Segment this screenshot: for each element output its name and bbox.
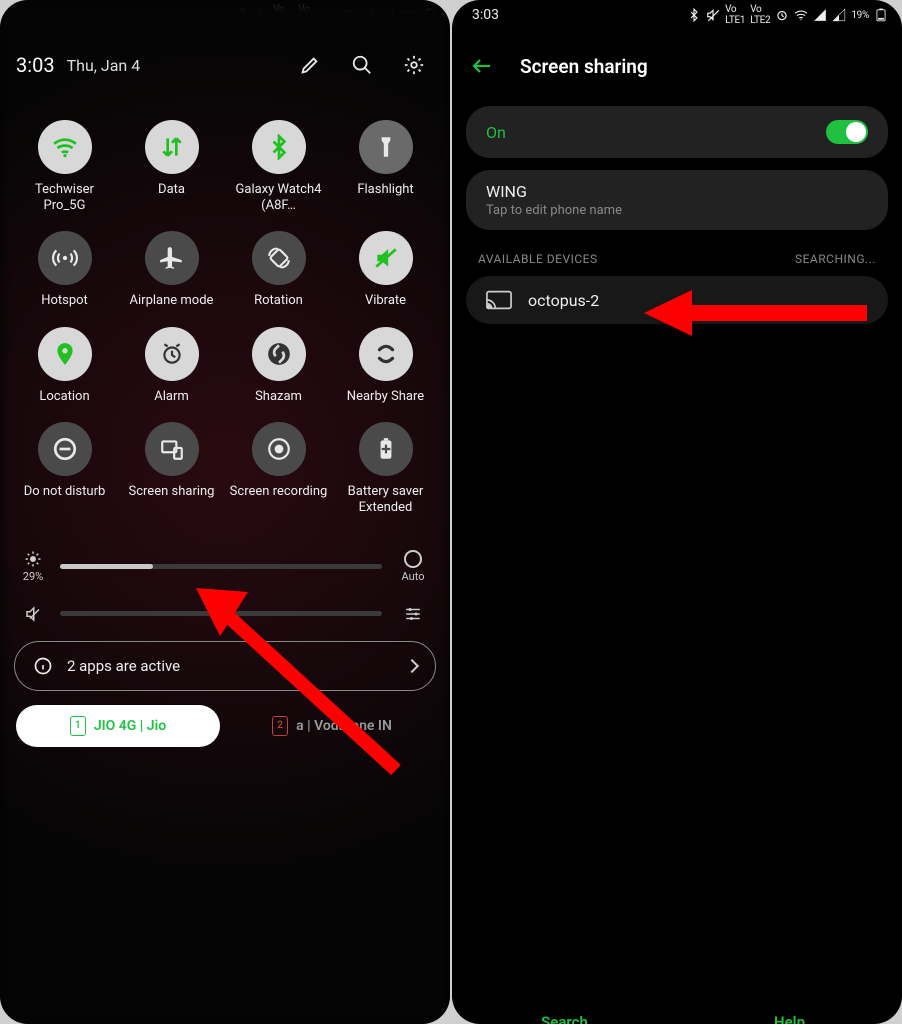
status-time: 3:03 — [466, 7, 499, 23]
quick-tiles-grid: Techwiser Pro_5G Data Galaxy Watch4 (A8F… — [14, 120, 436, 516]
brightness-label: 29% — [23, 570, 43, 583]
tile-shazam[interactable]: Shazam — [228, 327, 329, 405]
tile-airplane[interactable]: Airplane mode — [121, 231, 222, 309]
screen-sharing-settings-screen: 3:03 VoLTE1 VoLTE2 19% Screen sharing — [452, 0, 902, 1024]
back-button[interactable] — [462, 46, 502, 86]
active-apps-notification[interactable]: 2 apps are active — [14, 641, 436, 691]
tile-flashlight[interactable]: Flashlight — [335, 120, 436, 213]
cast-icon — [486, 290, 512, 310]
mute-icon — [706, 8, 720, 22]
info-icon — [33, 656, 53, 676]
date: Thu, Jan 4 — [67, 56, 141, 75]
tile-bluetooth[interactable]: Galaxy Watch4 (A8F… — [228, 120, 329, 213]
edit-button[interactable] — [290, 45, 330, 85]
chevron-right-icon — [405, 658, 419, 672]
page-title: Screen sharing — [520, 55, 648, 78]
tile-vibrate[interactable]: Vibrate — [335, 231, 436, 309]
search-action[interactable]: Search — [452, 990, 677, 1024]
volte1-icon: VoLTE1 — [725, 4, 745, 26]
screen-sharing-toggle-row[interactable]: On — [466, 106, 888, 158]
tile-data[interactable]: Data — [121, 120, 222, 213]
sim2-icon: 2 — [272, 716, 288, 736]
searching-label: SEARCHING... — [795, 252, 876, 266]
sim1-chip[interactable]: 1 JIO 4G | Jio — [16, 705, 220, 747]
bluetooth-icon — [687, 8, 701, 22]
tile-rotation[interactable]: Rotation — [228, 231, 329, 309]
tile-battery-saver[interactable]: Battery saver Extended — [335, 422, 436, 515]
bottom-actions: Search Help — [452, 990, 902, 1024]
device-row-octopus[interactable]: octopus-2 — [466, 276, 888, 324]
settings-button[interactable] — [394, 45, 434, 85]
auto-brightness-button[interactable]: Auto — [394, 550, 432, 583]
volume-slider[interactable] — [18, 605, 432, 623]
sliders-icon — [404, 605, 422, 623]
tile-hotspot[interactable]: Hotspot — [14, 231, 115, 309]
brightness-icon — [24, 550, 42, 568]
tile-alarm[interactable]: Alarm — [121, 327, 222, 405]
tile-screen-sharing[interactable]: Screen sharing — [121, 422, 222, 515]
tile-nearby-share[interactable]: Nearby Share — [335, 327, 436, 405]
volume-mute-icon — [24, 605, 42, 623]
toggle-on[interactable] — [826, 120, 868, 144]
sim1-icon: 1 — [70, 716, 86, 736]
search-button[interactable] — [342, 45, 382, 85]
wifi-icon — [794, 8, 808, 22]
tile-screen-recording[interactable]: Screen recording — [228, 422, 329, 515]
qs-header: 3:03 Thu, Jan 4 — [14, 30, 436, 100]
volte2-icon: VoLTE2 — [750, 4, 770, 26]
battery-percent: 19% — [851, 10, 869, 21]
sim2-chip[interactable]: 2 a | Vodafone IN — [230, 705, 434, 747]
alarm-icon — [775, 8, 789, 22]
clock: 3:03 — [16, 53, 55, 77]
tile-location[interactable]: Location — [14, 327, 115, 405]
volume-settings-button[interactable] — [394, 605, 432, 623]
settings-header: Screen sharing — [452, 38, 902, 94]
tile-dnd[interactable]: Do not disturb — [14, 422, 115, 515]
phone-name-row[interactable]: WING Tap to edit phone name — [466, 170, 888, 230]
help-action[interactable]: Help — [677, 990, 902, 1024]
tile-wifi[interactable]: Techwiser Pro_5G — [14, 120, 115, 213]
quick-settings-screen: VoLTE1 VoLTE2 19% 3:03 Thu, Jan 4 — [0, 0, 450, 1024]
brightness-slider[interactable]: 29% Auto — [18, 550, 432, 583]
signal1-icon — [813, 8, 827, 22]
battery-icon — [874, 8, 888, 22]
status-bar: 3:03 VoLTE1 VoLTE2 19% — [452, 0, 902, 30]
available-devices-header: AVAILABLE DEVICES SEARCHING... — [478, 252, 876, 266]
signal2-icon — [832, 8, 846, 22]
